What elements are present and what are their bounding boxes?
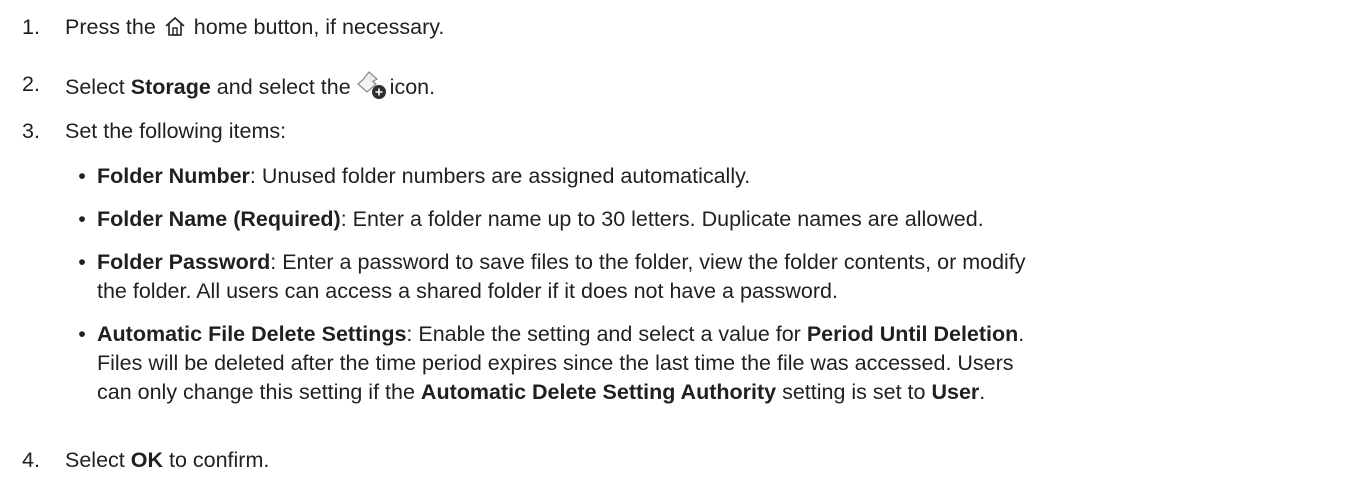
step-number: 3. <box>22 119 40 143</box>
item-description-continued: can only change this setting if the <box>97 380 415 404</box>
item-term: Folder Number <box>97 164 250 188</box>
authority-term: Automatic Delete Setting Authority <box>420 380 777 404</box>
period-until-deletion-term: Period Until Deletion <box>806 322 1019 346</box>
step-text-suffix: to confirm. <box>168 448 270 472</box>
item-description: : Enter a folder name up to 30 letters. … <box>340 207 984 231</box>
item-description-continued: setting is set to <box>782 380 926 404</box>
step-number: 1. <box>22 15 40 39</box>
item-punctuation: . <box>1018 322 1025 346</box>
step-text-after: home button, if necessary. <box>193 15 445 39</box>
step-text: Select Storage and select the icon. <box>65 70 435 108</box>
bullet-icon: • <box>78 207 86 231</box>
item-description-continued: Files will be deleted after the time per… <box>97 351 1014 375</box>
step-number: 4. <box>22 448 40 472</box>
list-item-text: Folder Number: Unused folder numbers are… <box>97 162 1352 191</box>
step-number: 2. <box>22 72 40 96</box>
list-item-text: Folder Password: Enter a password to sav… <box>97 248 1352 306</box>
bullet-icon: • <box>78 164 86 188</box>
step-text-prefix: Select <box>65 75 125 99</box>
storage-add-folder-icon <box>355 70 387 108</box>
step-text: Press the home button, if necessary. <box>65 13 444 45</box>
step-text: Set the following items: <box>65 119 287 143</box>
storage-term: Storage <box>130 75 211 99</box>
item-term: Folder Name (Required) <box>97 207 341 231</box>
list-item-text: Folder Name (Required): Enter a folder n… <box>97 205 1352 234</box>
item-description: : Enter a password to save files to the … <box>270 250 1026 274</box>
item-description: : Unused folder numbers are assigned aut… <box>249 164 751 188</box>
bullet-icon: • <box>78 250 86 274</box>
step-text-middle: and select the <box>216 75 351 99</box>
ok-term: OK <box>130 448 163 472</box>
item-term: Folder Password <box>97 250 271 274</box>
list-item-text: Automatic File Delete Settings: Enable t… <box>97 320 1352 407</box>
step-text-before: Press the <box>65 15 156 39</box>
item-term: Automatic File Delete Settings <box>97 322 407 346</box>
item-description: : Enable the setting and select a value … <box>406 322 801 346</box>
step-text: Select OK to confirm. <box>65 446 269 475</box>
item-punctuation: . <box>979 380 986 404</box>
item-description-continued: the folder. All users can access a share… <box>97 279 838 303</box>
bullet-icon: • <box>78 322 86 346</box>
step-text-suffix: icon. <box>389 75 436 99</box>
user-term: User <box>931 380 980 404</box>
home-icon <box>164 15 186 45</box>
step-text-prefix: Select <box>65 448 125 472</box>
